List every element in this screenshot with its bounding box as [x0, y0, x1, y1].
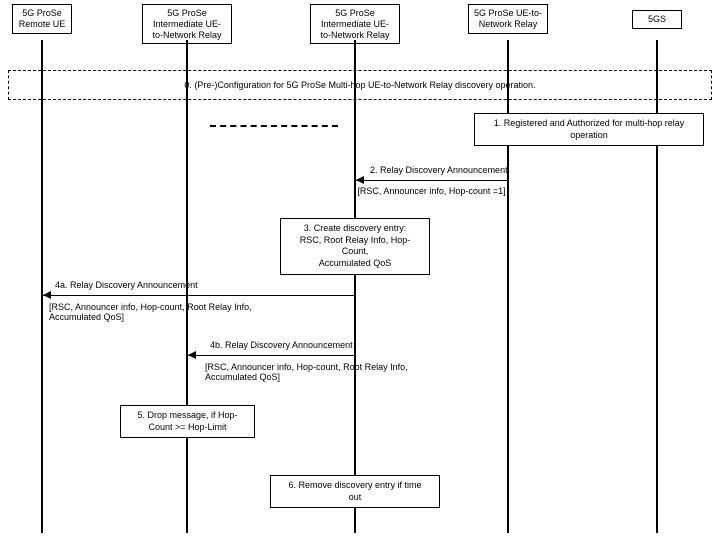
participant-remote-ue: 5G ProSe Remote UE — [12, 4, 72, 34]
step-4a-label: 4a. Relay Discovery Announcement — [55, 280, 198, 290]
step-2-arrow — [356, 180, 507, 181]
dashed-connector — [210, 125, 338, 127]
step-4b-label: 4b. Relay Discovery Announcement — [210, 340, 353, 350]
step-4b-arrowhead — [188, 351, 196, 359]
lifeline-intermediate-2 — [354, 40, 356, 533]
step-4b-bracket: [RSC, Announcer info, Hop-count, Root Re… — [205, 362, 445, 382]
step-6-remove: 6. Remove discovery entry if time out — [270, 475, 440, 508]
participant-intermediate-2: 5G ProSe Intermediate UE- to-Network Rel… — [310, 4, 400, 44]
step-0-preconfig: 0. (Pre-)Configuration for 5G ProSe Mult… — [8, 70, 712, 100]
lifeline-remote-ue — [41, 40, 43, 533]
step-4a-bracket: [RSC, Announcer info, Hop-count, Root Re… — [43, 302, 303, 322]
step-2-arrowhead — [356, 176, 364, 184]
step-3-create-entry: 3. Create discovery entry: RSC, Root Rel… — [280, 218, 430, 275]
step-1-registered: 1. Registered and Authorized for multi-h… — [474, 113, 704, 146]
step-5-drop: 5. Drop message, if Hop- Count >= Hop-Li… — [120, 405, 255, 438]
step-4a-arrow — [43, 295, 354, 296]
participant-intermediate-1: 5G ProSe Intermediate UE- to-Network Rel… — [142, 4, 232, 44]
participant-ue-to-network-relay: 5G ProSe UE-to- Network Relay — [468, 4, 548, 34]
step-2-bracket: [RSC, Announcer info, Hop-count =1] — [356, 186, 507, 196]
step-4a-arrowhead — [43, 291, 51, 299]
step-4b-arrow — [188, 355, 354, 356]
step-2-label: 2. Relay Discovery Announcement — [370, 165, 508, 175]
participant-5gs: 5GS — [632, 10, 682, 29]
